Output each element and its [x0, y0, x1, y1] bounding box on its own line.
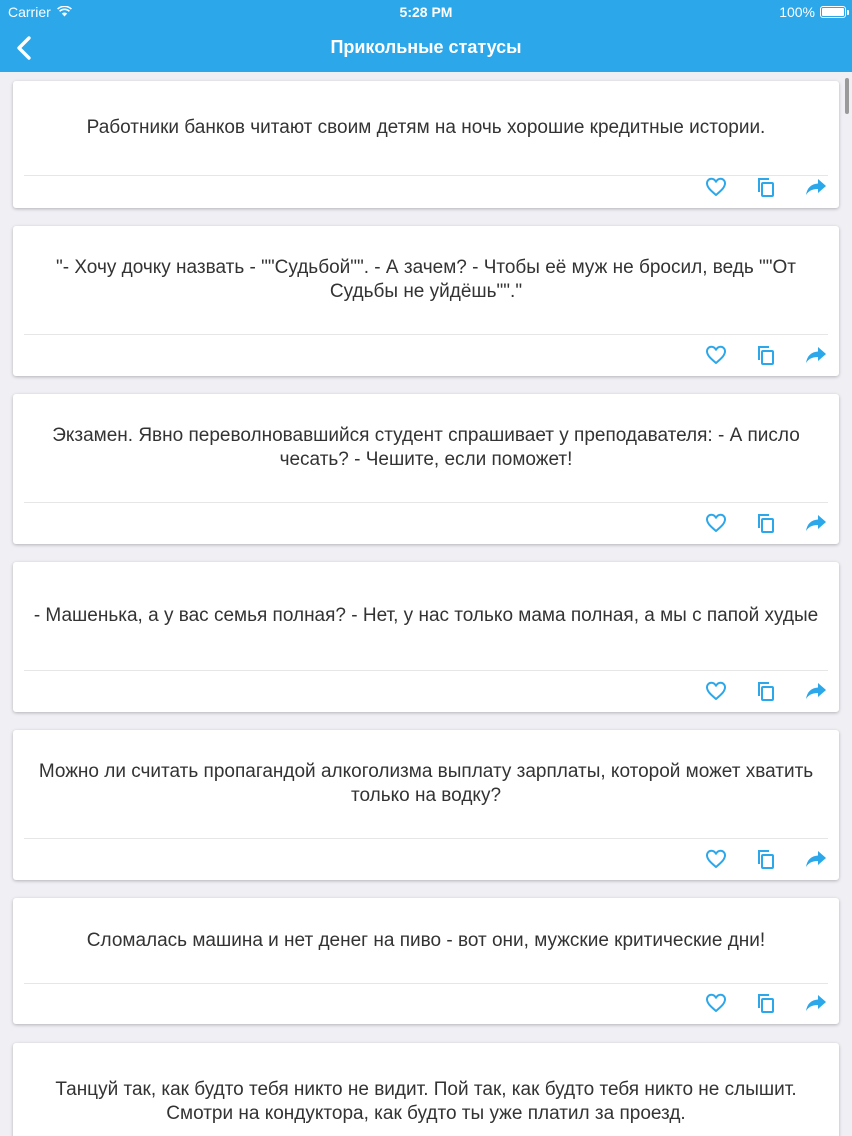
- like-button[interactable]: [703, 509, 729, 537]
- copy-button[interactable]: [753, 509, 779, 537]
- copy-icon: [758, 345, 774, 365]
- scroll-indicator[interactable]: [845, 78, 849, 114]
- status-text: Танцуй так, как будто тебя никто не види…: [55, 1079, 797, 1124]
- heart-icon: [706, 993, 726, 1012]
- status-text: Работники банков читают своим детям на н…: [86, 117, 766, 138]
- card-actions: [703, 341, 829, 369]
- copy-button[interactable]: [753, 989, 779, 1017]
- share-icon: [806, 683, 826, 699]
- like-button[interactable]: [703, 677, 729, 705]
- copy-icon: [758, 993, 774, 1013]
- status-time: 5:28 PM: [399, 4, 453, 20]
- share-button[interactable]: [803, 989, 829, 1017]
- status-card: Танцуй так, как будто тебя никто не види…: [13, 1043, 839, 1136]
- heart-icon: [706, 177, 726, 196]
- status-text: - Машенька, а у вас семья полная? - Нет,…: [33, 605, 819, 626]
- heart-icon: [706, 681, 726, 700]
- heart-icon: [706, 513, 726, 532]
- heart-icon: [706, 849, 726, 868]
- card-actions: [703, 989, 829, 1017]
- like-button[interactable]: [703, 173, 729, 201]
- status-bar: Carrier 5:28 PM 100%: [0, 0, 852, 24]
- page-title: Прикольные статусы: [330, 37, 522, 57]
- copy-button[interactable]: [753, 173, 779, 201]
- share-button[interactable]: [803, 677, 829, 705]
- battery-icon: [820, 6, 849, 18]
- heart-icon: [706, 345, 726, 364]
- status-card: Можно ли считать пропагандой алкоголизма…: [13, 730, 839, 880]
- card-divider: [24, 502, 828, 503]
- status-card: Экзамен. Явно переволновавшийся студент …: [13, 394, 839, 544]
- status-text: Сломалась машина и нет денег на пиво - в…: [86, 929, 766, 951]
- status-card: "- Хочу дочку назвать - ""Судьбой"". - А…: [13, 226, 839, 376]
- card-divider: [24, 838, 828, 839]
- share-button[interactable]: [803, 173, 829, 201]
- card-divider: [24, 983, 828, 984]
- nav-bar: Прикольные статусы: [0, 24, 852, 72]
- share-button[interactable]: [803, 845, 829, 873]
- status-card: Сломалась машина и нет денег на пиво - в…: [13, 898, 839, 1024]
- card-actions: [703, 509, 829, 537]
- share-button[interactable]: [803, 341, 829, 369]
- copy-button[interactable]: [753, 341, 779, 369]
- like-button[interactable]: [703, 989, 729, 1017]
- share-icon: [806, 347, 826, 363]
- card-divider: [24, 670, 828, 671]
- status-card: Работники банков читают своим детям на н…: [13, 81, 839, 208]
- status-text: Можно ли считать пропагандой алкоголизма…: [38, 761, 814, 806]
- status-card: - Машенька, а у вас семья полная? - Нет,…: [13, 562, 839, 712]
- copy-button[interactable]: [753, 677, 779, 705]
- share-icon: [806, 995, 826, 1011]
- status-right: 100%: [779, 4, 849, 20]
- copy-icon: [758, 849, 774, 869]
- copy-icon: [758, 513, 774, 533]
- share-icon: [806, 179, 826, 195]
- copy-icon: [758, 177, 774, 197]
- like-button[interactable]: [703, 845, 729, 873]
- share-icon: [806, 515, 826, 531]
- like-button[interactable]: [703, 341, 729, 369]
- status-list[interactable]: Работники банков читают своим детям на н…: [0, 72, 852, 1136]
- status-text: Экзамен. Явно переволновавшийся студент …: [52, 425, 800, 470]
- battery-percent: 100%: [779, 4, 815, 20]
- status-text: "- Хочу дочку назвать - ""Судьбой"". - А…: [55, 257, 797, 302]
- copy-button[interactable]: [753, 845, 779, 873]
- share-button[interactable]: [803, 509, 829, 537]
- card-divider: [24, 334, 828, 335]
- card-actions: [703, 845, 829, 873]
- app-header: Carrier 5:28 PM 100% Прикольные статусы: [0, 0, 852, 72]
- share-icon: [806, 851, 826, 867]
- card-actions: [703, 677, 829, 705]
- card-actions: [703, 173, 829, 201]
- copy-icon: [758, 681, 774, 701]
